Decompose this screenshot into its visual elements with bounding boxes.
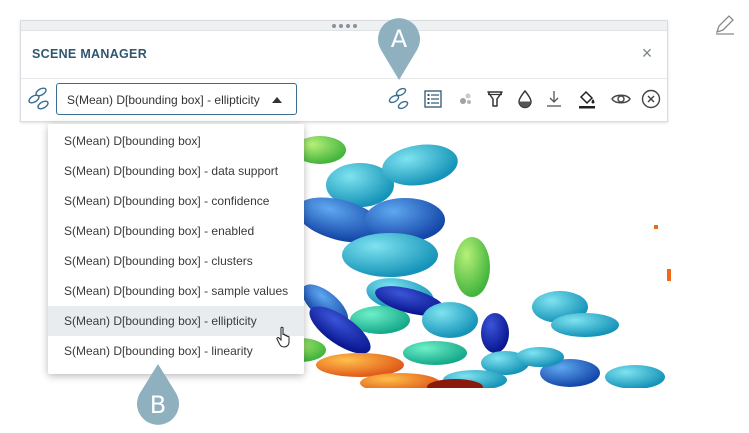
dropdown-option[interactable]: S(Mean) D[bounding box] [48,126,304,156]
dropdown-option[interactable]: S(Mean) D[bounding box] - clusters [48,246,304,276]
layer-icon[interactable] [387,87,411,111]
close-circle-icon[interactable] [639,87,663,111]
pencil-icon[interactable] [713,12,737,36]
scene-marker [667,269,671,281]
layer-icon[interactable] [26,86,52,112]
filter-icon[interactable] [483,87,507,111]
paint-bucket-icon[interactable] [575,87,599,111]
close-icon[interactable]: × [639,44,655,62]
download-icon[interactable] [542,87,566,111]
hand-cursor-icon [276,326,290,348]
drag-handle[interactable] [21,21,667,31]
dropdown-option[interactable]: S(Mean) D[bounding box] - sample values [48,276,304,306]
dropdown-option-selected[interactable]: S(Mean) D[bounding box] - ellipticity [48,306,304,336]
caret-up-icon [272,97,282,103]
dropdown-option[interactable]: S(Mean) D[bounding box] - data support [48,156,304,186]
toolbar: S(Mean) D[bounding box] - ellipticity [21,78,667,118]
dropdown-option[interactable]: S(Mean) D[bounding box] - enabled [48,216,304,246]
opacity-icon[interactable] [513,87,537,111]
panel-title: SCENE MANAGER [32,47,148,61]
points-icon[interactable] [453,87,477,111]
layer-dropdown-list: S(Mean) D[bounding box] S(Mean) D[boundi… [48,124,304,374]
callout-letter: A [390,25,408,53]
layer-select[interactable]: S(Mean) D[bounding box] - ellipticity [56,83,297,115]
legend-icon[interactable] [421,87,445,111]
3d-viewport[interactable] [240,125,680,388]
layer-select-value: S(Mean) D[bounding box] - ellipticity [67,93,260,107]
dropdown-option[interactable]: S(Mean) D[bounding box] - confidence [48,186,304,216]
callout-pin-b: B [135,362,181,432]
eye-icon[interactable] [609,87,633,111]
scene-marker [654,225,658,229]
callout-pin-a: A [376,16,422,80]
callout-letter: B [149,391,167,419]
scene-manager-panel: SCENE MANAGER × S(Mean) D[bounding box] … [20,20,668,122]
